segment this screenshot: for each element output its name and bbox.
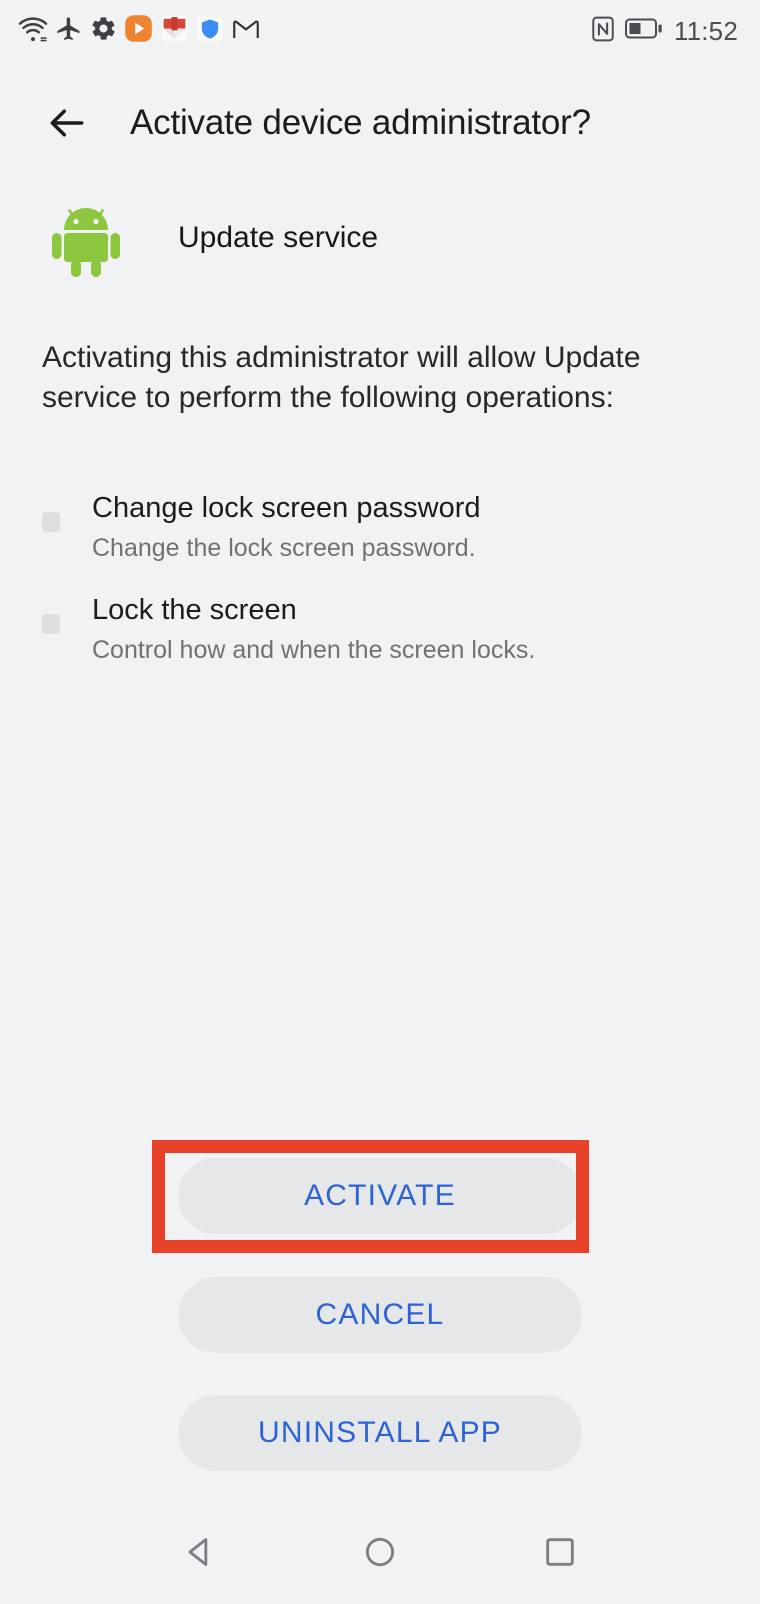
shield-icon [196, 15, 224, 48]
status-bar-right-icons: 11:52 [590, 16, 738, 47]
title-bar: Activate device administrator? [0, 84, 760, 162]
description-text: Activating this administrator will allow… [42, 341, 641, 414]
list-item: Lock the screen Control how and when the… [42, 588, 722, 668]
android-device-admin-screen: 11:52 Activate device administrator? Upd… [0, 0, 760, 1604]
gmail-icon [231, 14, 261, 49]
cancel-button[interactable]: CANCEL [178, 1277, 582, 1353]
app-name-label: Update service [178, 221, 379, 254]
permission-title: Lock the screen [92, 594, 297, 626]
permission-list: Change lock screen password Change the l… [42, 486, 722, 690]
battery-icon [624, 17, 663, 45]
nfc-icon [590, 16, 616, 47]
red-app-icon [160, 14, 189, 48]
system-navigation-bar [0, 1500, 760, 1604]
bullet-icon [42, 614, 60, 634]
page-title: Activate device administrator? [130, 103, 591, 142]
settings-gear-icon [90, 15, 117, 47]
action-buttons: ACTIVATE CANCEL UNINSTALL APP [0, 1140, 760, 1471]
media-player-icon [124, 14, 153, 48]
app-header-row: Update service [0, 196, 760, 280]
list-item: Change lock screen password Change the l… [42, 486, 722, 566]
wifi-icon [18, 14, 48, 49]
uninstall-app-button[interactable]: UNINSTALL APP [178, 1395, 582, 1471]
back-arrow-icon[interactable] [44, 100, 90, 146]
permission-subtitle: Control how and when the screen locks. [92, 636, 536, 664]
android-robot-icon [44, 196, 128, 280]
nav-home-icon[interactable] [345, 1517, 415, 1587]
airplane-mode-icon [55, 15, 83, 48]
activate-button-wrapper: ACTIVATE [0, 1140, 760, 1253]
nav-back-icon[interactable] [165, 1517, 235, 1587]
activate-button[interactable]: ACTIVATE [178, 1158, 582, 1234]
status-bar: 11:52 [0, 0, 760, 62]
permission-subtitle: Change the lock screen password. [92, 534, 476, 562]
status-bar-left-icons [18, 14, 261, 49]
permission-title: Change lock screen password [92, 492, 481, 524]
bullet-icon [42, 512, 60, 532]
status-bar-clock: 11:52 [673, 15, 738, 46]
nav-recents-icon[interactable] [525, 1517, 595, 1587]
